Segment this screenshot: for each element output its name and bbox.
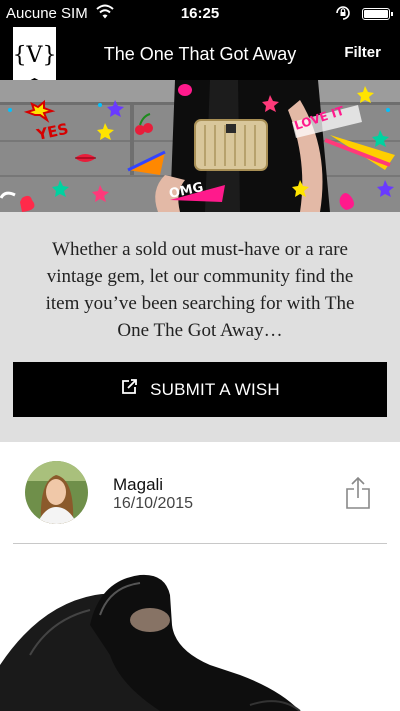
edit-icon (120, 378, 138, 401)
status-bar: Aucune SIM 16:25 (0, 0, 400, 27)
share-icon[interactable] (344, 476, 372, 510)
intro-text: Whether a sold out must-have or a rare v… (45, 239, 355, 341)
product-image[interactable] (0, 545, 400, 711)
submit-wish-label: SUBMIT A WISH (150, 379, 280, 399)
submit-wish-button[interactable]: SUBMIT A WISH (13, 362, 387, 417)
page-title: The One That Got Away (103, 44, 297, 64)
filter-button[interactable]: Filter (344, 44, 381, 61)
post-date: 16/10/2015 (113, 495, 194, 512)
intro-section: Whether a sold out must-have or a rare v… (0, 212, 400, 442)
avatar[interactable] (25, 461, 88, 524)
battery-icon (362, 8, 393, 20)
nav-bar: {V} The One That Got Away Filter (0, 27, 400, 89)
banner-image: YES LOVE IT OMG (0, 80, 400, 212)
divider (13, 543, 387, 544)
post-username[interactable]: Magali (113, 475, 163, 495)
rotation-lock-icon (334, 4, 352, 26)
